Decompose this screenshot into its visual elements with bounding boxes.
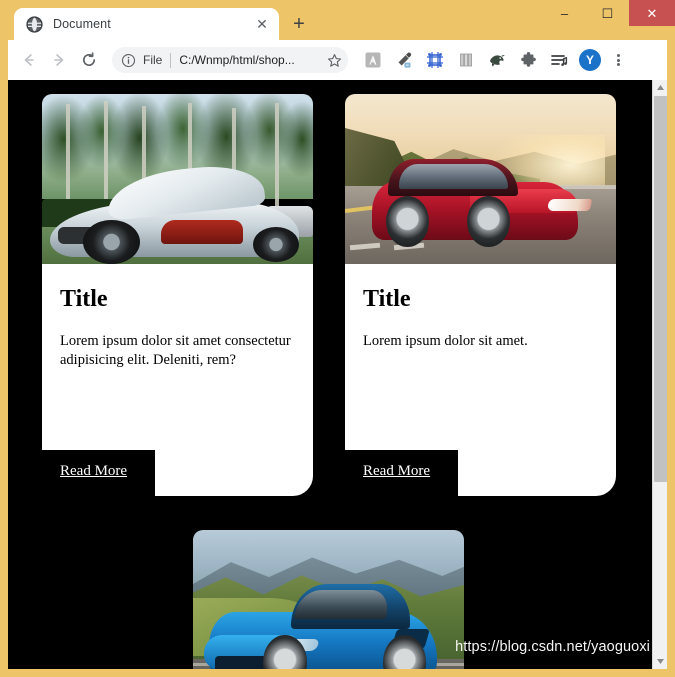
card-body: Title Lorem ipsum dolor sit amet. (345, 264, 616, 450)
eyedropper-icon[interactable] (391, 47, 417, 73)
card-footer-panel (155, 450, 313, 496)
column-layout-icon[interactable] (453, 47, 479, 73)
profile-avatar[interactable]: Y (579, 49, 601, 71)
card-image (42, 94, 313, 264)
reading-list-icon[interactable] (546, 47, 572, 73)
card-image (193, 530, 464, 669)
card-body: Title Lorem ipsum dolor sit amet consect… (42, 264, 313, 450)
card-footer: Read More (42, 450, 313, 496)
reload-icon (82, 52, 96, 66)
scroll-down-arrow-icon[interactable] (653, 654, 667, 669)
card-title: Title (60, 286, 108, 312)
browser-tab[interactable]: Document ✕ (14, 8, 279, 40)
eyedropper-glyph (398, 52, 412, 68)
tab-title: Document (53, 17, 111, 31)
bookmark-star-icon[interactable] (324, 50, 344, 70)
card-image (345, 94, 616, 264)
elephant-glyph (490, 54, 505, 67)
ferrari-photo (193, 530, 464, 669)
menu-dot (616, 54, 620, 57)
window-controls: – ☐ ✕ (543, 0, 675, 26)
page-ruler-icon[interactable] (422, 47, 448, 73)
read-more-link[interactable]: Read More (60, 463, 127, 480)
minimize-icon: – (560, 5, 569, 21)
page-viewport: Title Lorem ipsum dolor sit amet consect… (8, 80, 667, 669)
forward-arrow-icon (54, 54, 64, 66)
card-description: Lorem ipsum dolor sit amet consectetur a… (60, 333, 291, 368)
three-dot-menu-icon[interactable] (606, 47, 630, 73)
minimize-button[interactable]: – (543, 0, 586, 26)
playlist-glyph (551, 55, 568, 66)
omnibox-scheme-label: File (143, 53, 163, 67)
back-arrow-icon (24, 54, 34, 66)
title-bar: Document ✕ + – ☐ ✕ (0, 0, 675, 40)
browser-window: Document ✕ + – ☐ ✕ File C:/Wnmp/html/sho… (0, 0, 675, 677)
watermark-text: https://blog.csdn.net/yaoguoxi (455, 639, 650, 655)
frame-grid-glyph (427, 52, 443, 68)
acrobat-glyph (365, 52, 381, 68)
maximize-button[interactable]: ☐ (586, 0, 629, 26)
read-more-link[interactable]: Read More (363, 463, 430, 480)
extension-toolbar (360, 47, 577, 73)
close-window-icon: ✕ (646, 5, 658, 21)
columns-glyph (460, 53, 473, 67)
puzzle-piece-icon[interactable] (515, 47, 541, 73)
maximize-icon: ☐ (601, 5, 614, 21)
new-tab-button[interactable]: + (285, 10, 313, 38)
globe-icon (26, 15, 43, 33)
menu-dot (616, 63, 620, 66)
url-text[interactable]: C:/Wnmp/html/shop... (179, 53, 324, 67)
forward-button[interactable] (44, 45, 74, 75)
extensions-glyph (520, 51, 536, 67)
star-glyph (327, 53, 341, 67)
vertical-scrollbar[interactable] (652, 80, 667, 669)
scroll-up-arrow-icon[interactable] (653, 80, 667, 95)
info-circle-icon[interactable] (121, 53, 136, 68)
card-footer: Read More (345, 450, 616, 496)
close-window-button[interactable]: ✕ (629, 0, 675, 26)
browser-toolbar: File C:/Wnmp/html/shop... Y (8, 40, 667, 80)
caret-up-glyph (657, 85, 664, 90)
omnibox-divider (170, 52, 172, 68)
caret-down-glyph (657, 659, 664, 664)
card-footer-panel (458, 450, 616, 496)
scrollbar-thumb[interactable] (654, 96, 667, 482)
close-icon[interactable]: ✕ (253, 15, 271, 33)
address-bar[interactable]: File C:/Wnmp/html/shop... (112, 47, 348, 73)
tesla-photo (345, 94, 616, 264)
adobe-acrobat-icon[interactable] (360, 47, 386, 73)
tab-strip: Document ✕ + (14, 8, 313, 40)
reload-button[interactable] (74, 45, 104, 75)
evernote-elephant-icon[interactable] (484, 47, 510, 73)
card-title: Title (363, 286, 411, 312)
back-button[interactable] (14, 45, 44, 75)
web-page-content: Title Lorem ipsum dolor sit amet consect… (8, 80, 652, 669)
menu-dot (616, 58, 620, 62)
concept-car-photo (42, 94, 313, 264)
card-description: Lorem ipsum dolor sit amet. (363, 333, 528, 350)
